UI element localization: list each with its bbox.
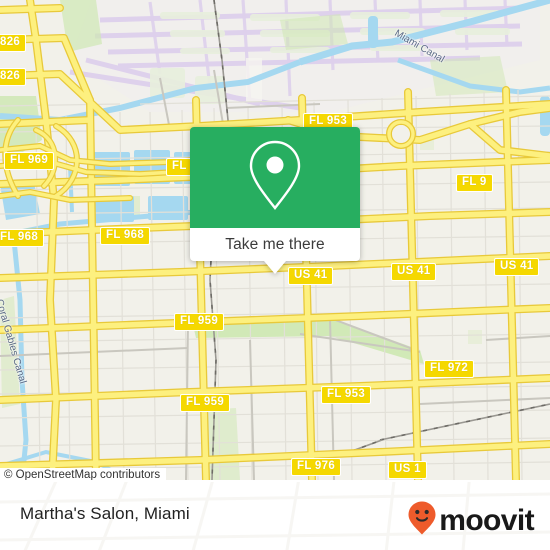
road-shield: FL 9	[456, 174, 493, 192]
app-root: Miami Canal Coral Gables Canal 826 826 F…	[0, 0, 550, 550]
road-shield: 826	[0, 34, 27, 52]
road-shield: FL	[166, 158, 193, 176]
moovit-logo[interactable]: moovit	[407, 500, 535, 541]
place-name-label: Martha's Salon, Miami	[20, 504, 190, 523]
road-shield: FL 969	[4, 152, 55, 170]
moovit-wordmark: moovit	[439, 503, 534, 537]
road-shield: FL 959	[174, 313, 225, 331]
footer-bar: Martha's Salon, Miami moovit	[0, 482, 550, 550]
road-shield: FL 976	[291, 458, 342, 476]
popup-action-panel[interactable]: Take me there	[190, 228, 360, 274]
road-shield: FL 968	[0, 229, 45, 247]
take-me-there-popup[interactable]: Take me there	[190, 127, 360, 274]
roundabout	[386, 119, 416, 149]
map-pin-icon	[246, 138, 304, 217]
road-shield: US 41	[288, 267, 334, 285]
popup-pointer-triangle	[264, 261, 286, 274]
road-shield: FL 953	[321, 386, 372, 404]
road-shield: FL 972	[424, 360, 475, 378]
road-shield: FL 959	[180, 394, 231, 412]
road-shield: FL 968	[100, 227, 151, 245]
road-shield: 826	[0, 68, 27, 86]
take-me-there-label: Take me there	[225, 235, 325, 253]
moovit-smiley-pin-icon	[407, 500, 437, 541]
osm-attribution[interactable]: © OpenStreetMap contributors	[0, 468, 167, 480]
road-shield: US 1	[388, 461, 427, 479]
popup-icon-panel	[190, 127, 360, 228]
road-shield: US 41	[391, 263, 437, 281]
road-shield: US 41	[494, 258, 540, 276]
